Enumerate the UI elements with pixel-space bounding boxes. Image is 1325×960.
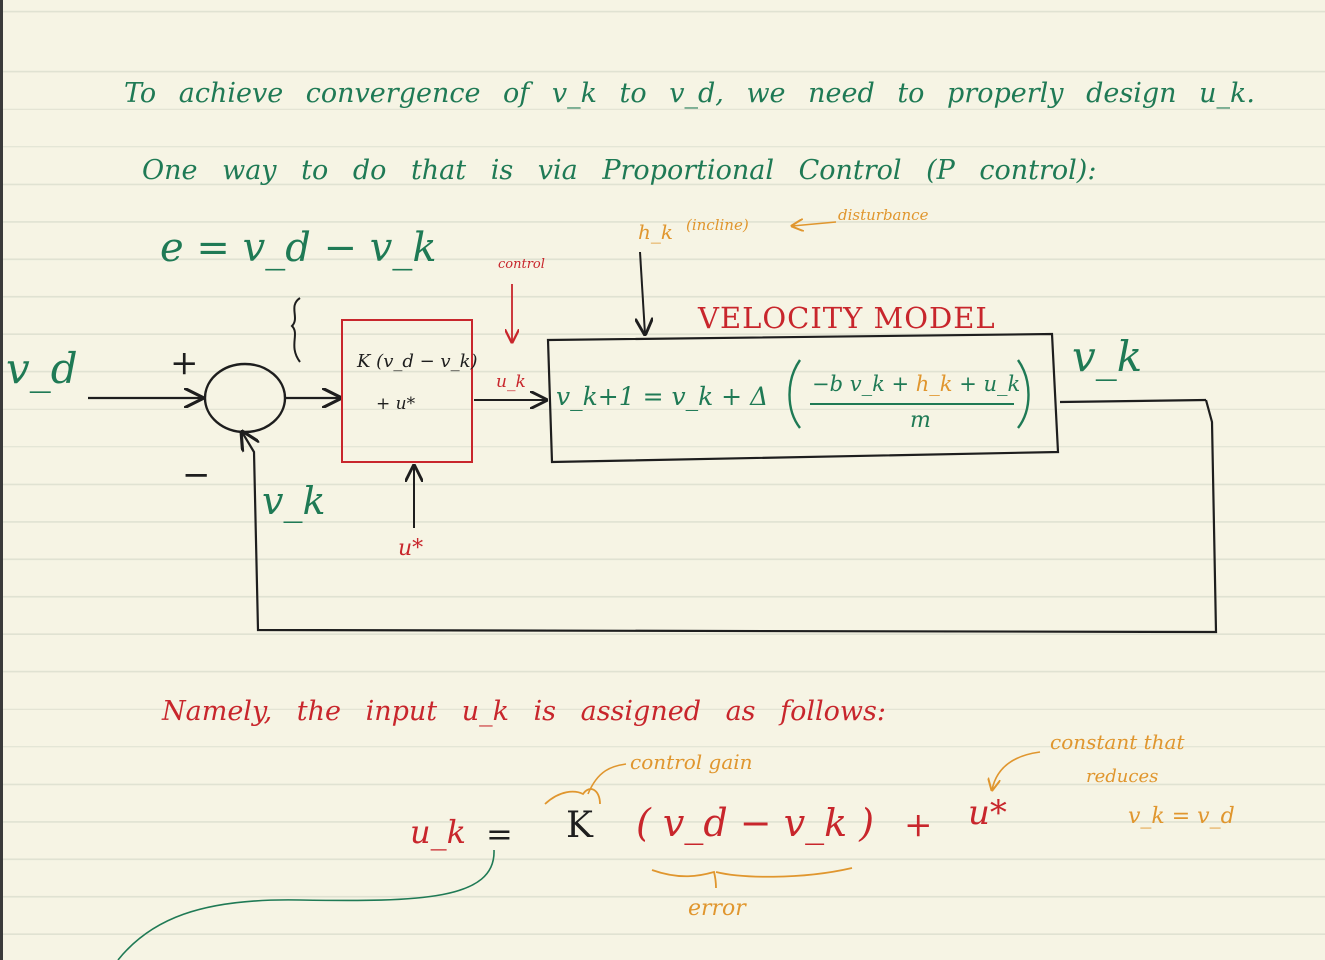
disturbance-note: (incline) bbox=[686, 216, 749, 234]
u-star-term: u* bbox=[968, 793, 1007, 833]
error-brace bbox=[290, 297, 301, 363]
numerator-part-2: h_k bbox=[915, 372, 953, 396]
plus-term: + bbox=[904, 805, 933, 845]
gain-symbol: K bbox=[566, 805, 593, 846]
gain-annotation: control gain bbox=[630, 750, 753, 774]
numerator-part-3: + u_k bbox=[959, 372, 1021, 396]
input-label: v_d bbox=[6, 344, 78, 393]
feedback-label: v_k bbox=[262, 479, 326, 523]
output-label: v_k bbox=[1072, 332, 1143, 381]
disturbance-symbol: h_k bbox=[638, 220, 673, 244]
summing-junction bbox=[203, 362, 287, 434]
uk-lhs: u_k bbox=[410, 813, 466, 851]
model-equation-lhs: v_k+1 = v_k + Δ bbox=[556, 382, 769, 411]
output-line bbox=[1059, 398, 1207, 404]
gain-brace bbox=[544, 788, 601, 805]
plus-sign: + bbox=[170, 343, 199, 383]
const-annotation-arrow bbox=[992, 751, 1041, 790]
error-brace-bottom bbox=[651, 867, 853, 889]
control-label: control bbox=[498, 257, 545, 272]
disturbance-label: disturbance bbox=[838, 206, 929, 224]
disturbance-annotation-arrow bbox=[792, 222, 837, 226]
const-annotation-line-2: reduces bbox=[1086, 766, 1159, 787]
minus-sign: − bbox=[182, 455, 211, 495]
const-annotation-line-1: constant that bbox=[1050, 730, 1185, 754]
controller-box bbox=[341, 319, 473, 463]
disturbance-arrow bbox=[640, 251, 645, 334]
notes-page: To achieve convergence of v_k to v_d, we… bbox=[0, 0, 1325, 960]
error-annotation: error bbox=[688, 896, 746, 921]
model-numerator: −b v_k + h_k + u_k bbox=[812, 374, 1020, 395]
u-star-input-label: u* bbox=[398, 536, 424, 561]
model-denominator: m bbox=[910, 408, 931, 433]
numerator-part-1: −b v_k + bbox=[812, 372, 910, 396]
controller-line-1: K (v_d − v_k) bbox=[357, 351, 478, 372]
left-paren bbox=[788, 359, 801, 429]
control-signal-label: u_k bbox=[496, 372, 526, 392]
namely-sentence: Namely, the input u_k is assigned as fol… bbox=[162, 696, 886, 727]
connector-curve bbox=[117, 849, 495, 960]
feedback-loop bbox=[242, 399, 1218, 634]
controller-line-2: + u* bbox=[376, 394, 416, 414]
equals-sign: = bbox=[486, 815, 513, 853]
const-annotation-line-3: v_k = v_d bbox=[1128, 804, 1235, 829]
error-term: ( v_d − v_k ) bbox=[636, 801, 875, 845]
model-title: VELOCITY MODEL bbox=[698, 301, 996, 335]
